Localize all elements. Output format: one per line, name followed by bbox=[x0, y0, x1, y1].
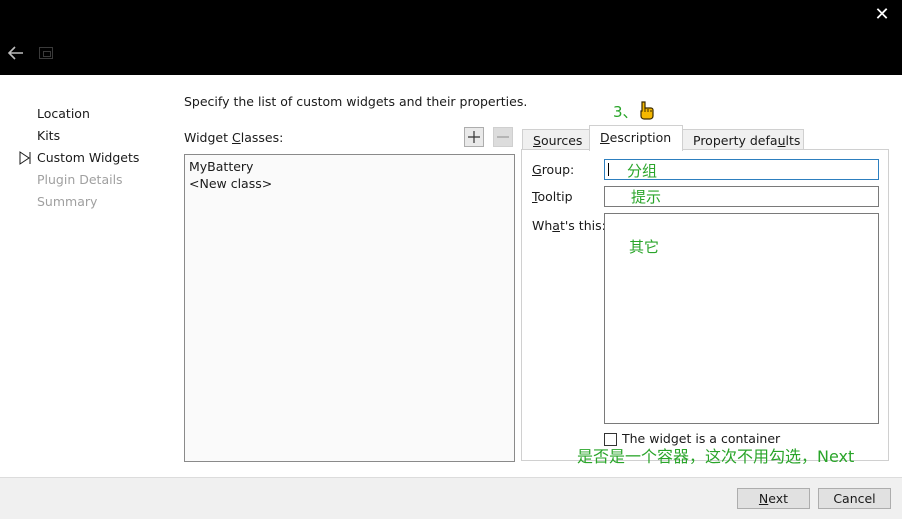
intro-text: Specify the list of custom widgets and t… bbox=[184, 94, 528, 109]
cancel-button[interactable]: Cancel bbox=[818, 488, 891, 509]
step-kits: Kits bbox=[37, 128, 61, 143]
widget-classes-list[interactable]: MyBattery <New class> bbox=[184, 154, 515, 462]
next-button[interactable]: Next bbox=[737, 488, 810, 509]
minus-icon bbox=[497, 136, 509, 138]
close-button[interactable]: ✕ bbox=[872, 5, 892, 25]
step-plugin-details: Plugin Details bbox=[37, 172, 123, 187]
remove-class-button[interactable] bbox=[493, 127, 513, 147]
tooltip-label: Tooltip bbox=[532, 189, 573, 204]
plus-icon bbox=[468, 131, 480, 143]
wizard-content: Location Kits Custom Widgets Plugin Deta… bbox=[0, 75, 902, 477]
tab-sources[interactable]: Sources bbox=[522, 129, 590, 150]
pointing-hand-icon bbox=[640, 101, 654, 120]
annotation-tooltip: 提示 bbox=[631, 188, 662, 206]
title-bar: ✕ bbox=[0, 0, 902, 75]
annotation-group: 分组 bbox=[627, 162, 658, 180]
text-caret bbox=[608, 163, 609, 176]
back-arrow-icon[interactable] bbox=[6, 44, 26, 62]
tab-description[interactable]: Description bbox=[589, 125, 683, 151]
annotation-whatsthis: 其它 bbox=[629, 238, 660, 256]
whatsthis-label: What's this: bbox=[532, 218, 606, 233]
add-class-button[interactable] bbox=[464, 127, 484, 147]
step-summary: Summary bbox=[37, 194, 98, 209]
wizard-steps: Location Kits Custom Widgets Plugin Deta… bbox=[18, 103, 139, 213]
window-icon bbox=[39, 47, 53, 59]
list-item[interactable]: MyBattery bbox=[189, 158, 510, 175]
widget-classes-label: Widget Classes: bbox=[184, 130, 284, 145]
tab-property-defaults[interactable]: Property defaults bbox=[682, 129, 804, 150]
group-label: Group: bbox=[532, 162, 575, 177]
step-custom-widgets: Custom Widgets bbox=[18, 147, 139, 169]
annotation-bottom: 是否是一个容器，这次不用勾选，Next bbox=[577, 447, 855, 466]
close-icon: ✕ bbox=[874, 4, 890, 25]
annotation-step: 3、 bbox=[613, 103, 638, 121]
step-location: Location bbox=[37, 106, 90, 121]
list-item[interactable]: <New class> bbox=[189, 175, 510, 192]
wizard-footer: Next Cancel bbox=[0, 477, 902, 519]
current-step-arrow-icon bbox=[19, 151, 31, 165]
